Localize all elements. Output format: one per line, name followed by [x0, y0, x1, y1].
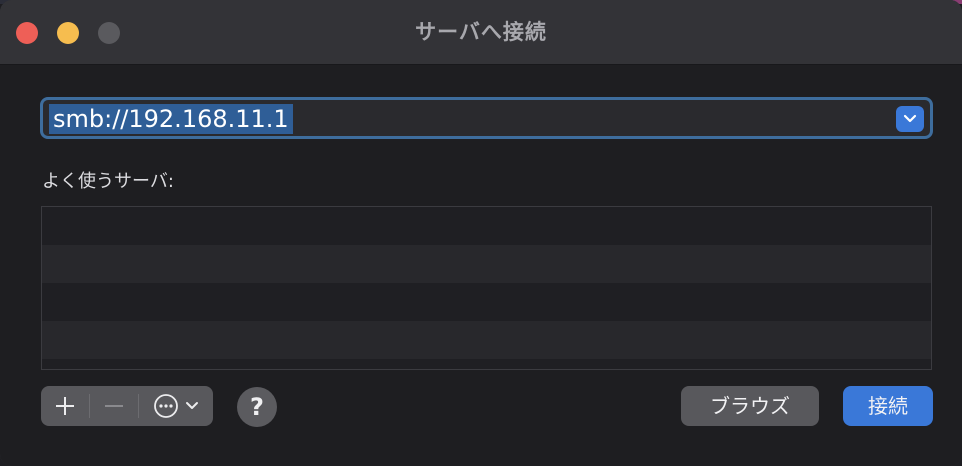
favorites-segmented-control [41, 386, 213, 426]
chevron-down-icon [186, 402, 198, 409]
more-actions-button[interactable] [139, 386, 213, 426]
connect-button[interactable]: 接続 [843, 386, 933, 426]
dialog-content: smb://192.168.11.1 よく使うサーバ: ? ブラウズ 接続 [0, 65, 962, 466]
chevron-down-icon [903, 114, 917, 123]
server-address-field[interactable]: smb://192.168.11.1 [40, 97, 933, 139]
title-bar: サーバへ接続 [0, 0, 962, 65]
ellipsis-circle-icon [154, 394, 178, 418]
list-item[interactable] [42, 321, 931, 359]
list-item[interactable] [42, 207, 931, 245]
server-address-value[interactable]: smb://192.168.11.1 [49, 104, 293, 134]
favorite-servers-list[interactable] [41, 206, 932, 370]
list-item[interactable] [42, 245, 931, 283]
window-title: サーバへ接続 [415, 20, 547, 44]
help-button[interactable]: ? [237, 387, 277, 427]
add-favorite-button[interactable] [41, 386, 89, 426]
remove-favorite-button[interactable] [90, 386, 138, 426]
plus-icon [56, 397, 74, 415]
recent-servers-dropdown-button[interactable] [896, 106, 924, 132]
list-item[interactable] [42, 283, 931, 321]
minus-icon [105, 405, 123, 407]
connect-to-server-window: サーバへ接続 smb://192.168.11.1 よく使うサーバ: ? ブラウ… [0, 0, 962, 466]
browse-button[interactable]: ブラウズ [681, 386, 819, 426]
favorite-servers-label: よく使うサーバ: [42, 171, 174, 192]
